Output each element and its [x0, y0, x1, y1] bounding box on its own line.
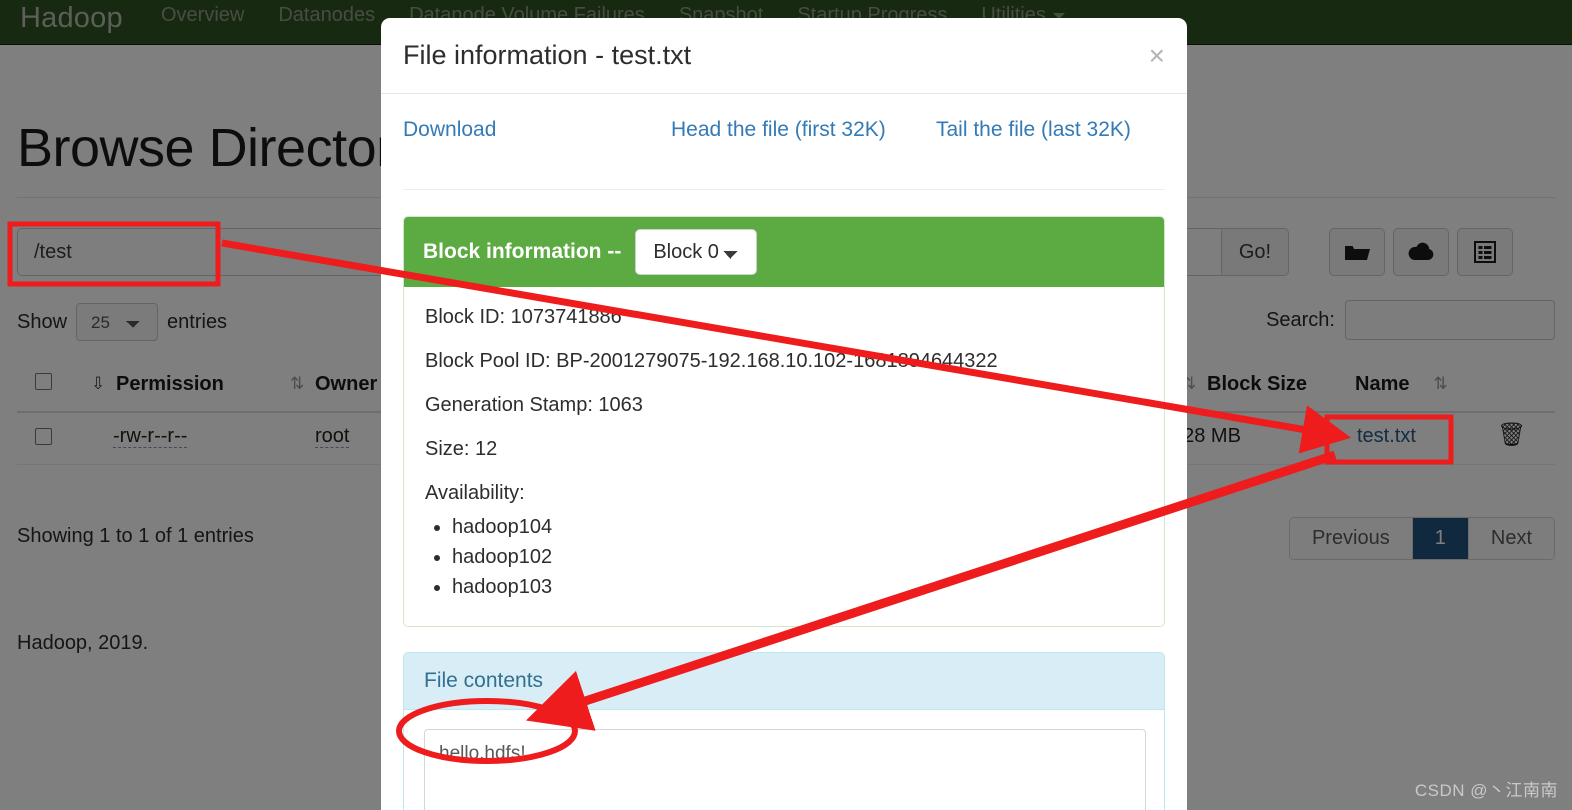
block-information-body: Block ID: 1073741886 Block Pool ID: BP-2… [404, 287, 1164, 599]
block-information-title: Block information -- [423, 240, 622, 263]
head-file-link[interactable]: Head the file (first 32K) [671, 118, 886, 142]
availability-label: Availability: [425, 482, 525, 504]
file-information-modal: File information - test.txt × Download H… [381, 18, 1187, 810]
file-contents-header: File contents [404, 653, 1164, 710]
file-contents-textarea[interactable] [424, 729, 1146, 810]
close-icon[interactable]: × [1149, 42, 1165, 70]
file-contents-title: File contents [424, 669, 544, 692]
file-contents-panel: File contents [403, 652, 1165, 810]
availability-list: hadoop104 hadoop102 hadoop103 [425, 516, 1143, 599]
download-link[interactable]: Download [403, 118, 496, 142]
file-contents-body [404, 710, 1164, 810]
block-pool-id: Block Pool ID: BP-2001279075-192.168.10.… [425, 350, 998, 372]
file-actions: Download Head the file (first 32K) Tail … [403, 94, 1165, 170]
block-information-panel: Block information -- Block 0 Block ID: 1… [403, 216, 1165, 627]
modal-body: Download Head the file (first 32K) Tail … [381, 94, 1187, 170]
block-select[interactable]: Block 0 [635, 229, 758, 275]
tail-file-link[interactable]: Tail the file (last 32K) [936, 118, 1131, 142]
list-item: hadoop104 [452, 516, 1143, 539]
generation-stamp: Generation Stamp: 1063 [425, 394, 643, 416]
modal-header: File information - test.txt × [381, 18, 1187, 94]
block-id: Block ID: 1073741886 [425, 306, 622, 328]
screen: Hadoop Overview Datanodes Datanode Volum… [0, 0, 1572, 810]
modal-divider [403, 189, 1165, 190]
list-item: hadoop102 [452, 546, 1143, 569]
block-information-header: Block information -- Block 0 [404, 217, 1164, 287]
block-size-value: Size: 12 [425, 438, 498, 460]
modal-title: File information - test.txt [403, 40, 692, 70]
watermark: CSDN @丶江南南 [1414, 781, 1558, 800]
list-item: hadoop103 [452, 576, 1143, 599]
